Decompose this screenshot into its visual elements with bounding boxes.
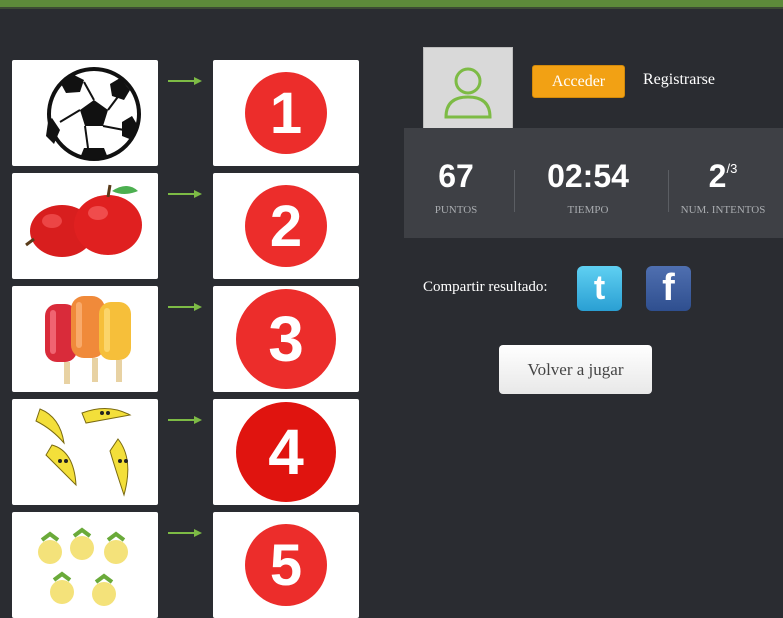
stat-divider bbox=[668, 170, 669, 212]
arrow-right-icon bbox=[168, 529, 202, 537]
attempts-max: /3 bbox=[726, 161, 738, 176]
time-value: 02:54 bbox=[547, 158, 629, 194]
time-label: TIEMPO bbox=[567, 204, 609, 216]
score-panel: 67 PUNTOS 02:54 TIEMPO 2/3 NUM. INTENTOS bbox=[404, 128, 783, 238]
card-number-1[interactable]: 1 bbox=[213, 60, 359, 166]
popsicles-icon bbox=[45, 296, 131, 384]
arrow-right-icon bbox=[168, 190, 202, 198]
card-number-5[interactable]: 5 bbox=[213, 512, 359, 618]
card-image-soccer-ball[interactable] bbox=[12, 60, 158, 166]
arrow-right-icon bbox=[168, 303, 202, 311]
card-image-popsicles[interactable] bbox=[12, 286, 158, 392]
soccer-ball-icon bbox=[46, 67, 141, 161]
card-number-2[interactable]: 2 bbox=[213, 173, 359, 279]
points-stat: 67 PUNTOS bbox=[404, 128, 508, 238]
card-number-3[interactable]: 3 bbox=[213, 286, 359, 392]
twitter-icon: t bbox=[593, 269, 606, 307]
pineapples-icon bbox=[38, 527, 128, 606]
facebook-icon: f bbox=[662, 267, 675, 309]
play-again-button[interactable]: Volver a jugar bbox=[499, 345, 652, 394]
number-badge: 4 bbox=[236, 402, 336, 502]
points-value: 67 bbox=[438, 158, 474, 194]
card-image-smiling-pineapples[interactable] bbox=[12, 512, 158, 618]
arrow-right-icon bbox=[168, 416, 202, 424]
top-accent-bar bbox=[0, 0, 783, 7]
twitter-share-button[interactable]: t bbox=[577, 266, 622, 311]
facebook-share-button[interactable]: f bbox=[646, 266, 691, 311]
attempts-stat: 2/3 NUM. INTENTOS bbox=[670, 128, 776, 238]
card-number-4[interactable]: 4 bbox=[213, 399, 359, 505]
number-badge: 5 bbox=[245, 524, 327, 606]
attempts-label: NUM. INTENTOS bbox=[680, 204, 766, 216]
stat-divider bbox=[514, 170, 515, 212]
number-badge: 1 bbox=[245, 72, 327, 154]
avatar[interactable] bbox=[423, 47, 513, 139]
time-stat: 02:54 TIEMPO bbox=[522, 128, 654, 238]
points-label: PUNTOS bbox=[434, 204, 478, 216]
arrow-right-icon bbox=[168, 77, 202, 85]
attempts-value: 2/3 bbox=[708, 158, 738, 194]
card-image-dancing-bananas[interactable] bbox=[12, 399, 158, 505]
apples-icon bbox=[25, 184, 142, 257]
top-accent-shadow bbox=[0, 7, 783, 9]
user-icon bbox=[444, 67, 492, 119]
number-badge: 3 bbox=[236, 289, 336, 389]
card-image-red-apples[interactable] bbox=[12, 173, 158, 279]
bananas-icon bbox=[35, 408, 132, 497]
share-label: Compartir resultado: bbox=[423, 279, 548, 295]
register-link[interactable]: Registrarse bbox=[643, 71, 715, 89]
login-button[interactable]: Acceder bbox=[532, 65, 625, 98]
number-badge: 2 bbox=[245, 185, 327, 267]
